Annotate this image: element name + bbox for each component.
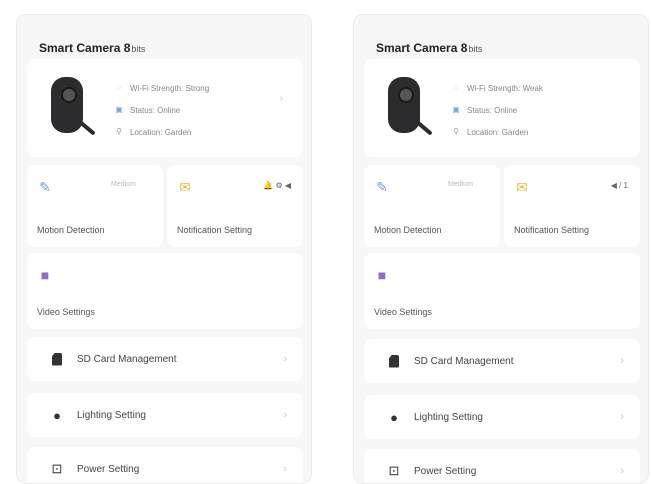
row-label: SD Card Management [77, 353, 177, 365]
device-name-suffix: bits [131, 44, 146, 54]
device-card[interactable]: ◌ Wi-Fi Strength: Weak ▣ Status: Online ⚲ L… [364, 59, 640, 157]
wifi-icon: ◌ [116, 83, 122, 92]
tile-notification-setting[interactable]: ✉ 🔔 ⚙ ◀ Notification Setting [167, 165, 303, 247]
chevron-right-icon: › [620, 355, 624, 367]
info-text: Status: Online [130, 105, 181, 115]
video-icon: ■ [40, 267, 50, 283]
tile-label: Motion Detection [374, 225, 442, 235]
bell-icon: ✉ [179, 178, 191, 195]
tile-motion-detection[interactable]: ✎ Medium Motion Detection [364, 165, 500, 247]
bulb-icon: ● [53, 407, 61, 423]
location-icon: ⚲ [453, 127, 459, 136]
tile-label: Notification Setting [514, 225, 590, 235]
sd-card-icon [49, 351, 65, 367]
power-icon: ⊡ [51, 461, 63, 476]
row-label: Power Setting [77, 463, 140, 475]
camera-mount-icon [76, 118, 96, 136]
status-icon: ▣ [452, 105, 460, 114]
tile-video-settings[interactable]: ■ Video Settings [364, 253, 640, 329]
camera-panel-right: Smart Camera 8bits ◌ Wi-Fi Strength: Weak… [353, 14, 649, 484]
row-lighting-setting[interactable]: ● Lighting Setting › [364, 395, 640, 439]
notification-status: 🔔 ⚙ ◀ [263, 181, 291, 190]
info-location: ⚲ Location: Garden [115, 121, 209, 143]
row-label: Lighting Setting [77, 409, 146, 421]
device-name: Smart Camera 8 [39, 41, 131, 55]
row-label: Power Setting [414, 465, 477, 477]
motion-status: Medium [111, 181, 136, 188]
info-wifi: ◌ Wi-Fi Strength: Strong [115, 77, 210, 99]
sd-card-icon [386, 353, 402, 369]
tile-motion-detection[interactable]: ✎ Medium Motion Detection [27, 165, 163, 247]
tile-label: Video Settings [37, 307, 95, 317]
info-text: Wi-Fi Strength: Weak [467, 83, 543, 93]
camera-icon [388, 77, 433, 136]
info-text: Location: Garden [130, 127, 192, 137]
row-label: SD Card Management [414, 355, 514, 367]
info-location: ⚲ Location: Garden [452, 121, 543, 143]
row-label: Lighting Setting [414, 411, 483, 423]
info-status: ▣ Status: Online [115, 99, 209, 121]
device-info-list: ◌ Wi-Fi Strength: Weak ▣ Status: Online ⚲ L… [452, 77, 543, 143]
row-sd-card-management[interactable]: SD Card Management › [364, 339, 640, 383]
tile-label: Video Settings [374, 307, 432, 317]
device-info-list: ◌ Wi-Fi Strength: Strong ▣ Status: Online … [115, 77, 209, 143]
info-text: Status: Online [467, 105, 518, 115]
row-power-setting[interactable]: ⊡ Power Setting › [364, 449, 640, 483]
chevron-right-icon[interactable]: › [280, 93, 283, 104]
tile-notification-setting[interactable]: ✉ ◀ / 1 Notification Setting [504, 165, 640, 247]
power-icon: ⊡ [388, 463, 400, 478]
bulb-icon: ● [390, 409, 398, 425]
chevron-right-icon: › [620, 465, 624, 477]
chevron-right-icon: › [283, 409, 287, 421]
device-title: Smart Camera 8bits [376, 41, 482, 55]
row-lighting-setting[interactable]: ● Lighting Setting › [27, 393, 303, 437]
info-wifi: ◌ Wi-Fi Strength: Weak [452, 77, 543, 99]
device-card[interactable]: ◌ Wi-Fi Strength: Strong ▣ Status: Online … [27, 59, 303, 157]
pen-icon: ✎ [39, 178, 51, 195]
status-icon: ▣ [115, 105, 123, 114]
info-status: ▣ Status: Online [452, 99, 543, 121]
location-icon: ⚲ [116, 127, 122, 136]
chevron-right-icon: › [620, 411, 624, 423]
info-text: Wi-Fi Strength: Strong [130, 83, 210, 93]
device-name-suffix: bits [468, 44, 483, 54]
notification-status: ◀ / 1 [610, 181, 628, 190]
camera-mount-icon [413, 118, 433, 136]
chevron-right-icon: › [283, 463, 287, 475]
camera-lens-icon [61, 87, 77, 103]
tile-video-settings[interactable]: ■ Video Settings [27, 253, 303, 329]
device-name: Smart Camera 8 [376, 41, 468, 55]
wifi-icon: ◌ [453, 83, 459, 92]
info-text: Location: Garden [467, 127, 529, 137]
camera-lens-icon [398, 87, 414, 103]
device-title: Smart Camera 8bits [39, 41, 145, 55]
row-sd-card-management[interactable]: SD Card Management › [27, 337, 303, 381]
chevron-right-icon: › [283, 353, 287, 365]
camera-panel-left: Smart Camera 8bits ◌ Wi-Fi Strength: Stro… [16, 14, 312, 484]
motion-status: Medium [448, 181, 473, 188]
camera-icon [51, 77, 96, 136]
pen-icon: ✎ [376, 178, 388, 195]
video-icon: ■ [377, 267, 387, 283]
tile-label: Notification Setting [177, 225, 253, 235]
tile-label: Motion Detection [37, 225, 105, 235]
bell-icon: ✉ [516, 178, 528, 195]
